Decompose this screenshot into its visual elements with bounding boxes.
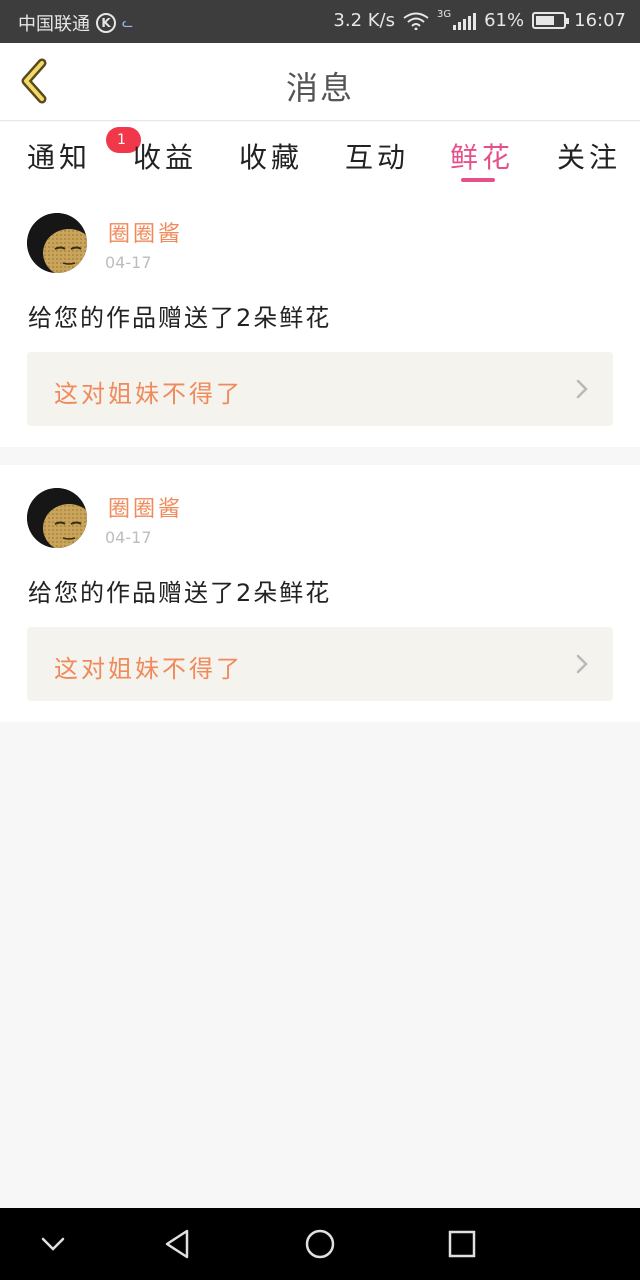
back-triangle-icon[interactable] bbox=[160, 1226, 196, 1262]
tab-label: 通知 bbox=[27, 141, 92, 174]
tab-notice[interactable]: 通知 1 bbox=[27, 127, 141, 176]
message-date: 04-17 bbox=[105, 528, 152, 547]
tab-interactions[interactable]: 互动 bbox=[345, 136, 409, 176]
tab-bar: 通知 1 收益 收藏 互动 鲜花 关注 bbox=[0, 122, 640, 190]
tab-earnings[interactable]: 收益 bbox=[133, 136, 197, 176]
avatar[interactable] bbox=[27, 213, 87, 273]
message-card[interactable]: 圈圈酱 04-17 给您的作品赠送了2朵鲜花 这对姐妹不得了 bbox=[0, 190, 640, 447]
signal-icon bbox=[453, 12, 477, 30]
username[interactable]: 圈圈酱 bbox=[108, 491, 183, 523]
chevron-down-icon[interactable] bbox=[35, 1226, 71, 1262]
system-nav-bar bbox=[0, 1208, 640, 1280]
chevron-right-icon bbox=[576, 654, 588, 674]
network-speed: 3.2 K/s bbox=[333, 10, 395, 31]
page-title: 消息 bbox=[285, 69, 354, 107]
network-type: 3G bbox=[436, 9, 452, 20]
chevron-right-icon bbox=[576, 379, 588, 399]
status-bar: 中国联通 K ᓚ 3.2 K/s 3G 61% 16:07 bbox=[0, 0, 640, 43]
nav-header: 消息 bbox=[0, 43, 640, 121]
message-text: 给您的作品赠送了2朵鲜花 bbox=[28, 304, 332, 332]
artwork-title: 这对姐妹不得了 bbox=[54, 655, 243, 683]
artwork-title: 这对姐妹不得了 bbox=[54, 380, 243, 408]
wifi-icon bbox=[403, 12, 429, 30]
k-icon: K bbox=[96, 13, 116, 33]
battery-icon bbox=[532, 12, 570, 29]
tab-flowers[interactable]: 鲜花 bbox=[450, 136, 514, 176]
battery-percent: 61% bbox=[484, 10, 525, 31]
home-circle-icon[interactable] bbox=[302, 1226, 338, 1262]
carrier-label: 中国联通 bbox=[18, 14, 90, 35]
username[interactable]: 圈圈酱 bbox=[108, 216, 183, 248]
message-card[interactable]: 圈圈酱 04-17 给您的作品赠送了2朵鲜花 这对姐妹不得了 bbox=[0, 465, 640, 722]
cat-icon: ᓚ bbox=[122, 15, 134, 31]
tab-favorites[interactable]: 收藏 bbox=[239, 136, 303, 176]
active-tab-indicator bbox=[461, 178, 495, 182]
avatar[interactable] bbox=[27, 488, 87, 548]
clock: 16:07 bbox=[574, 10, 626, 31]
message-date: 04-17 bbox=[105, 253, 152, 272]
message-text: 给您的作品赠送了2朵鲜花 bbox=[28, 579, 332, 607]
artwork-link[interactable]: 这对姐妹不得了 bbox=[27, 352, 613, 426]
artwork-link[interactable]: 这对姐妹不得了 bbox=[27, 627, 613, 701]
recents-square-icon[interactable] bbox=[444, 1226, 480, 1262]
tab-follows[interactable]: 关注 bbox=[557, 136, 621, 176]
